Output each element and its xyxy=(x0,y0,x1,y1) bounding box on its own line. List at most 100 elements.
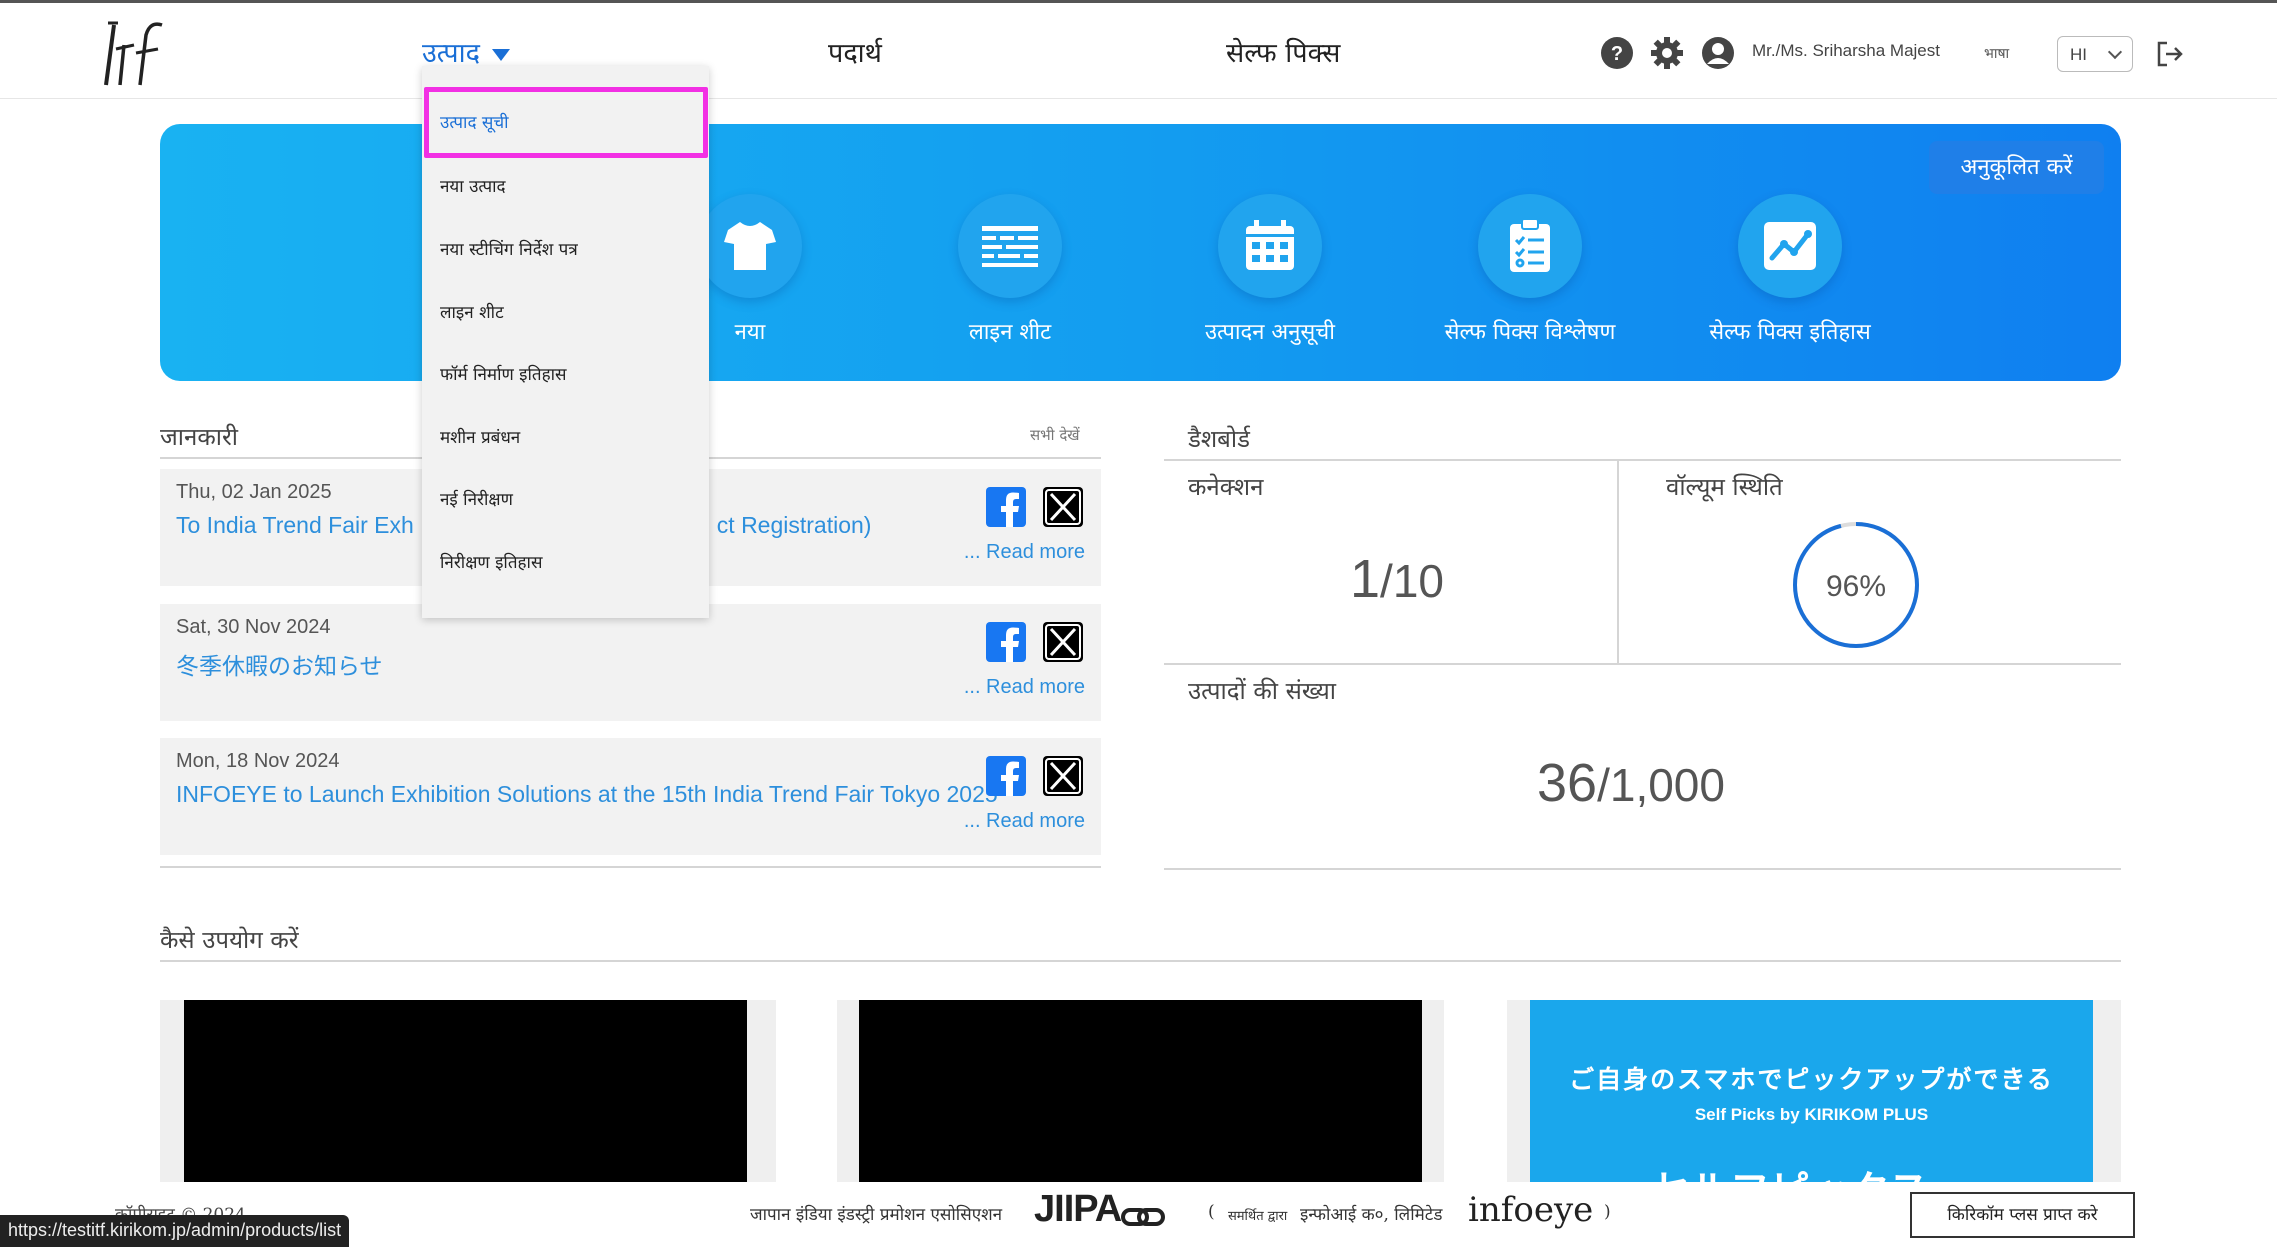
video-player[interactable] xyxy=(160,1000,776,1182)
tile-self-picks-analysis-label: सेल्फ पिक्स विश्लेषण xyxy=(1444,320,1616,345)
get-kirikom-plus-button[interactable]: किरिकॉम प्लस प्राप्त करे xyxy=(1910,1192,2135,1238)
products-count-label: उत्पादों की संख्या xyxy=(1188,677,1337,705)
svg-text:?: ? xyxy=(1611,43,1623,65)
facebook-share-icon[interactable] xyxy=(986,622,1026,662)
nav-products[interactable]: उत्पाद xyxy=(422,33,510,70)
tile-production-schedule-circle xyxy=(1218,194,1322,298)
language-select[interactable]: HI xyxy=(2057,36,2133,72)
dashboard-mid-divider xyxy=(1164,663,2121,665)
x-share-icon[interactable] xyxy=(1043,756,1083,796)
news-title-left: To India Trend Fair Exh xyxy=(176,512,414,538)
status-bar-url: https://testitf.kirikom.jp/admin/product… xyxy=(0,1215,350,1247)
promo-line2: Self Picks by KIRIKOM PLUS xyxy=(1694,1105,1929,1124)
clipboard-icon xyxy=(1510,218,1550,272)
menu-item-line-sheet[interactable]: लाइन शीट xyxy=(440,300,504,323)
news-title[interactable]: INFOEYE to Launch Exhibition Solutions a… xyxy=(176,781,998,808)
dashboard-vertical-divider xyxy=(1617,460,1619,663)
products-total: /1,000 xyxy=(1597,759,1725,811)
username[interactable]: Mr./Ms. Sriharsha Majest xyxy=(1752,41,1940,61)
association-name: जापान इंडिया इंडस्ट्री प्रमोशन एसोसिएशन xyxy=(750,1205,1003,1225)
read-more-link[interactable]: ... Read more xyxy=(964,541,1085,564)
logout-icon[interactable] xyxy=(2155,39,2185,69)
facebook-share-icon[interactable] xyxy=(986,756,1026,796)
news-title-right: ct Registration) xyxy=(716,512,872,538)
user-icon[interactable] xyxy=(1701,36,1735,70)
promo-line3: セルフピックス xyxy=(1650,1158,1929,1182)
caret-down-icon xyxy=(491,48,510,61)
calendar-icon xyxy=(1246,220,1294,270)
tile-line-sheet-label: लाइन शीट xyxy=(968,320,1052,345)
menu-item-form-history[interactable]: फॉर्म निर्माण इतिहास xyxy=(440,362,567,385)
connection-value: 1 xyxy=(1350,549,1381,609)
products-value: 36 xyxy=(1537,753,1598,813)
chevron-down-icon xyxy=(2107,44,2123,60)
promo-line1: ご自身のスマホでピックアップができる xyxy=(1569,1066,2054,1094)
volume-percent: 96% xyxy=(1825,570,1887,603)
help-icon[interactable]: ? xyxy=(1600,36,1634,70)
tile-production-schedule[interactable]: उत्पादन अनुसूची xyxy=(1165,194,1375,346)
tile-line-sheet[interactable]: लाइन शीट xyxy=(905,194,1115,346)
menu-item-inspection-history[interactable]: निरीक्षण इतिहास xyxy=(440,550,542,573)
menu-item-new-stitching-sheet[interactable]: नया स्टीचिंग निर्देश पत्र xyxy=(440,237,578,260)
volume-label: वॉल्यूम स्थिति xyxy=(1666,473,1783,501)
connection-total: /10 xyxy=(1380,555,1444,607)
tile-new-circle xyxy=(698,194,802,298)
news-item[interactable]: Sat, 30 Nov 2024 冬季休暇のお知らせ ... Read more xyxy=(160,604,1101,721)
tile-self-picks-analysis[interactable]: सेल्फ पिक्स विश्लेषण xyxy=(1425,194,1635,346)
tile-line-sheet-circle xyxy=(958,194,1062,298)
tile-self-picks-analysis-circle xyxy=(1478,194,1582,298)
self-picks-promo[interactable]: ご自身のスマホでピックアップができる Self Picks by KIRIKOM… xyxy=(1530,1000,2093,1182)
connection-label: कनेक्शन xyxy=(1188,473,1264,501)
itf-logo[interactable] xyxy=(96,15,176,91)
news-date: Mon, 18 Nov 2024 xyxy=(176,750,340,772)
read-more-link[interactable]: ... Read more xyxy=(964,810,1085,833)
dashboard-bottom-divider xyxy=(1164,868,2121,870)
dashboard-divider xyxy=(1164,459,2121,461)
tile-self-picks-history[interactable]: सेल्फ पिक्स इतिहास xyxy=(1685,194,1895,346)
link-icon xyxy=(1121,1208,1165,1226)
tile-production-schedule-label: उत्पादन अनुसूची xyxy=(1205,320,1335,345)
facebook-share-icon[interactable] xyxy=(986,487,1026,527)
list-lines-icon xyxy=(982,226,1038,267)
news-date: Sat, 30 Nov 2024 xyxy=(176,616,331,638)
menu-item-highlight-box xyxy=(424,87,708,158)
menu-item-machine-management[interactable]: मशीन प्रबंधन xyxy=(440,425,520,448)
supported-by-label: समर्थित द्वारा xyxy=(1228,1209,1288,1224)
info-bottom-divider xyxy=(160,866,1101,868)
connection-count: 1/10 xyxy=(1350,548,1444,610)
read-more-link[interactable]: ... Read more xyxy=(964,676,1085,699)
nav-products-label: उत्पाद xyxy=(422,38,480,69)
nav-self-picks[interactable]: सेल्फ पिक्स xyxy=(1226,33,1340,70)
see-all-link[interactable]: सभी देखें xyxy=(1030,425,1080,445)
supported-open-paren: ( xyxy=(1208,1202,1215,1222)
dashboard-title: डैशबोर्ड xyxy=(1188,425,1250,453)
how-to-divider xyxy=(160,960,2121,962)
language-value: HI xyxy=(2070,45,2087,64)
video-screen[interactable] xyxy=(184,1000,747,1182)
chart-up-icon xyxy=(1764,222,1816,270)
video-screen[interactable] xyxy=(859,1000,1422,1182)
nav-materials[interactable]: पदार्थ xyxy=(828,33,882,70)
infoeye-logo[interactable]: infoeye xyxy=(1468,1190,1593,1230)
customize-button[interactable]: अनुकूलित करें xyxy=(1929,141,2104,194)
header: उत्पाद पदार्थ सेल्फ पिक्स ? Mr./Ms. Srih… xyxy=(0,3,2277,99)
jiipa-logo[interactable]: JIIPA xyxy=(1034,1188,1122,1231)
menu-item-new-product[interactable]: नया उत्पाद xyxy=(440,174,506,197)
how-to-title: कैसे उपयोग करें xyxy=(160,926,299,954)
products-count: 36/1,000 xyxy=(1537,752,1725,814)
video-player[interactable] xyxy=(837,1000,1444,1182)
tile-self-picks-history-circle xyxy=(1738,194,1842,298)
news-item[interactable]: Mon, 18 Nov 2024 INFOEYE to Launch Exhib… xyxy=(160,738,1101,855)
company-name: इन्फोआई क०, लिमिटेड xyxy=(1300,1205,1443,1225)
news-date: Thu, 02 Jan 2025 xyxy=(176,481,332,503)
language-label: भाषा xyxy=(1984,46,2010,62)
x-share-icon[interactable] xyxy=(1043,487,1083,527)
menu-item-new-inspection[interactable]: नई निरीक्षण xyxy=(440,487,513,510)
tshirt-icon xyxy=(724,222,776,270)
gear-icon[interactable] xyxy=(1650,36,1684,70)
x-share-icon[interactable] xyxy=(1043,622,1083,662)
news-title[interactable]: 冬季休暇のお知らせ xyxy=(176,647,383,681)
info-title: जानकारी xyxy=(160,423,239,451)
tile-self-picks-history-label: सेल्फ पिक्स इतिहास xyxy=(1709,320,1871,345)
supported-close-paren: ) xyxy=(1604,1202,1611,1222)
